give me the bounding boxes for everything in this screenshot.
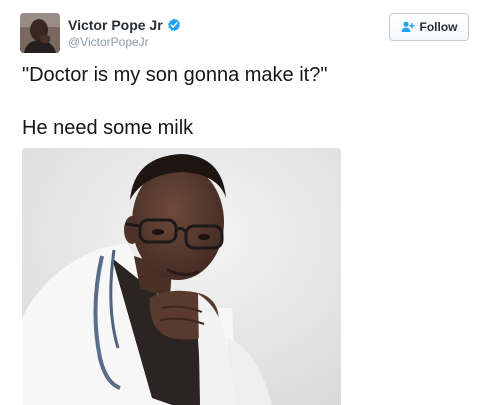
user-handle[interactable]: @VictorPopeJr — [68, 35, 149, 49]
follow-button-label: Follow — [419, 20, 458, 34]
avatar-image — [20, 13, 60, 53]
user-display-name[interactable]: Victor Pope Jr — [68, 16, 181, 34]
tweet-text-line-2: He need some milk — [22, 117, 194, 139]
profile-avatar[interactable] — [20, 13, 60, 53]
tweet-text-line-1: "Doctor is my son gonna make it?" — [22, 64, 328, 86]
tweet-photo-image — [22, 148, 341, 405]
verified-badge-icon — [167, 18, 180, 32]
follow-button[interactable]: Follow — [389, 13, 469, 41]
display-name-text: Victor Pope Jr — [68, 17, 163, 33]
tweet-photo[interactable] — [22, 148, 341, 405]
follow-person-plus-icon — [401, 21, 414, 32]
